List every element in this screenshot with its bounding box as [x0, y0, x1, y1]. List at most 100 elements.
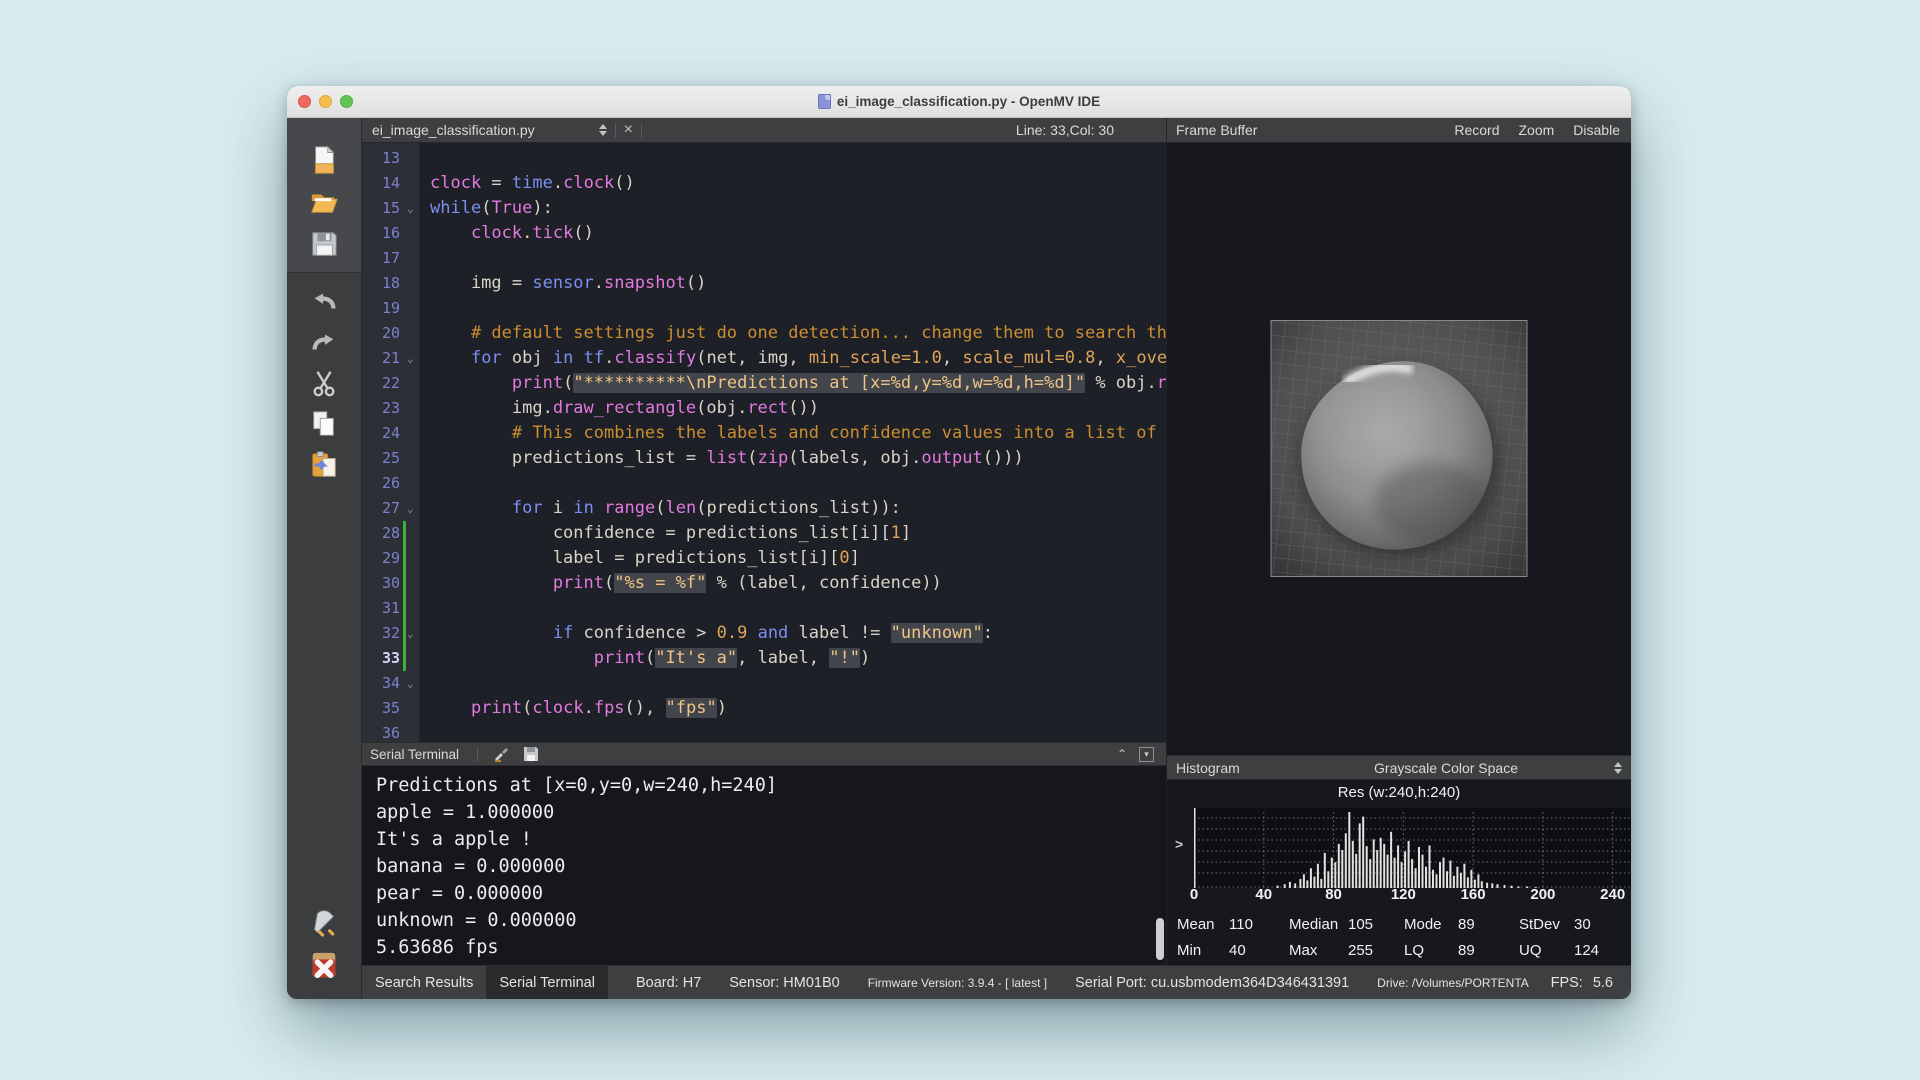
statusbar-tab-serial-terminal[interactable]: Serial Terminal [486, 966, 608, 999]
stat-label: Max [1289, 942, 1318, 959]
fold-chevron-icon[interactable]: ⌄ [407, 346, 414, 371]
close-window-button[interactable] [298, 95, 311, 108]
titlebar[interactable]: ei_image_classification.py - OpenMV IDE [287, 86, 1631, 118]
terminal-scrollbar[interactable] [1156, 918, 1164, 960]
histogram-panel: Res (w:240,h:240) > 0 40 80 120 160 200 240 Me… [1167, 780, 1631, 965]
line-number: 19 [381, 299, 400, 317]
fold-chevron-icon[interactable]: ⌄ [407, 621, 414, 646]
tab-switcher-control[interactable] [598, 124, 607, 136]
y-axis-arrow-icon: > [1175, 836, 1184, 852]
disable-button[interactable]: Disable [1573, 122, 1620, 138]
line-number: 30 [381, 574, 400, 592]
window-title: ei_image_classification.py - OpenMV IDE [836, 94, 1101, 109]
left-toolbar [287, 118, 362, 999]
line-number: 23 [381, 399, 400, 417]
code-text: for obj in tf.classify(net, img, min_sca… [470, 348, 1166, 368]
collapse-terminal-icon[interactable]: ⌃ [1117, 747, 1127, 761]
connect-button[interactable] [308, 907, 340, 939]
fold-chevron-icon[interactable]: ⌄ [407, 496, 414, 521]
code-text: while(True): [430, 198, 553, 218]
stat-value: 124 [1574, 942, 1600, 959]
code-line-30[interactable]: 30 print("%s = %f" % (label, confidence)… [362, 571, 1166, 596]
code-text: predictions_list = list(zip(labels, obj.… [430, 448, 1024, 468]
serial-terminal-title: Serial Terminal [370, 746, 460, 762]
statusbar-tab-search-results[interactable]: Search Results [362, 966, 486, 999]
colorspace-dropdown-arrows-icon [1614, 761, 1622, 774]
code-line-21[interactable]: 21 ⌄ for obj in tf.classify(net, img, min… [362, 346, 1166, 371]
cut-button[interactable] [308, 367, 340, 399]
code-text: clock = time.clock() [430, 173, 635, 193]
code-text: img.draw_rectangle(obj.rect()) [430, 398, 819, 418]
minimize-window-button[interactable] [319, 95, 332, 108]
x-axis-tick-label: 40 [1255, 886, 1273, 903]
code-line-33[interactable]: 33 print("It's a", label, "!") [362, 646, 1166, 671]
clear-terminal-icon[interactable] [491, 745, 511, 763]
colorspace-dropdown[interactable]: Grayscale Color Space [1374, 760, 1631, 776]
line-number: 24 [381, 424, 400, 442]
code-editor[interactable]: 13 14 clock = time.clock() 15 ⌄ while(True): 1… [362, 143, 1166, 742]
stat-value: 110 [1229, 916, 1253, 933]
terminal-line: Predictions at [x=0,y=0,w=240,h=240] [376, 775, 777, 796]
x-axis-tick-label: 240 [1600, 886, 1626, 903]
line-number: 25 [381, 449, 400, 467]
code-line-28[interactable]: 28 confidence = predictions_list[i][1] [362, 521, 1166, 546]
editor-tabbar: ei_image_classification.py × Line: 33,Co… [362, 118, 1166, 143]
x-axis-tick-label: 0 [1189, 886, 1199, 903]
save-terminal-log-icon[interactable] [521, 745, 541, 763]
tab-filename[interactable]: ei_image_classification.py [362, 122, 535, 138]
serial-terminal-output[interactable]: Predictions at [x=0,y=0,w=240,h=240] appl… [362, 766, 1166, 965]
redo-button[interactable] [308, 326, 340, 358]
code-line-24[interactable]: 24 # This combines the labels and confid… [362, 421, 1166, 446]
code-line-29[interactable]: 29 label = predictions_list[i][0] [362, 546, 1166, 571]
tab-close-icon[interactable]: × [624, 122, 633, 138]
frame-buffer-image [1270, 320, 1528, 577]
code-text: # This combines the labels and confidenc… [430, 423, 1166, 443]
zoom-window-button[interactable] [340, 95, 353, 108]
save-file-button[interactable] [308, 228, 340, 260]
code-line-22[interactable]: 22 print("**********\nPredictions at [x=… [362, 371, 1166, 396]
terminal-menu-icon[interactable]: ▾ [1139, 746, 1154, 762]
code-line-13[interactable]: 13 [362, 146, 1166, 171]
stat-value: 30 [1574, 916, 1591, 933]
terminal-line: banana = 0.000000 [376, 856, 566, 877]
code-line-32[interactable]: 32 ⌄ if confidence > 0.9 and label != "un… [362, 621, 1166, 646]
code-line-18[interactable]: 18 img = sensor.snapshot() [362, 271, 1166, 296]
statusbar-info: Serial Port: cu.usbmodem364D346431391 [1075, 974, 1350, 991]
line-number: 15 [381, 199, 400, 217]
code-text: clock.tick() [470, 223, 594, 243]
code-text: label = predictions_list[i][0] [430, 548, 860, 568]
line-number: 31 [381, 599, 400, 617]
stat-label: StDev [1519, 916, 1560, 933]
zoom-button[interactable]: Zoom [1519, 122, 1555, 138]
stop-script-button[interactable] [308, 949, 340, 981]
stat-label: UQ [1519, 942, 1542, 959]
code-line-26[interactable]: 26 [362, 471, 1166, 496]
copy-button[interactable] [308, 408, 340, 440]
code-line-16[interactable]: 16 clock.tick() [362, 221, 1166, 246]
code-line-35[interactable]: 35 print(clock.fps(), "fps") [362, 696, 1166, 721]
undo-button[interactable] [308, 285, 340, 317]
frame-buffer-header: Frame Buffer Record Zoom Disable [1167, 118, 1631, 143]
code-line-15[interactable]: 15 ⌄ while(True): [362, 196, 1166, 221]
line-number: 16 [381, 224, 400, 242]
fold-chevron-icon[interactable]: ⌄ [407, 196, 414, 221]
open-file-button[interactable] [308, 186, 340, 218]
code-line-31[interactable]: 31 [362, 596, 1166, 621]
code-line-36[interactable]: 36 [362, 721, 1166, 742]
new-file-button[interactable] [308, 144, 340, 176]
code-line-23[interactable]: 23 img.draw_rectangle(obj.rect()) [362, 396, 1166, 421]
code-line-19[interactable]: 19 [362, 296, 1166, 321]
record-button[interactable]: Record [1454, 122, 1499, 138]
fold-chevron-icon[interactable]: ⌄ [407, 671, 414, 696]
stat-value: 105 [1348, 916, 1374, 933]
code-line-34[interactable]: 34 ⌄ [362, 671, 1166, 696]
code-line-14[interactable]: 14 clock = time.clock() [362, 171, 1166, 196]
code-line-17[interactable]: 17 [362, 246, 1166, 271]
code-line-27[interactable]: 27 ⌄ for i in range(len(predictions_list)… [362, 496, 1166, 521]
stat-value: 89 [1458, 942, 1475, 959]
code-line-20[interactable]: 20 # default settings just do one detect… [362, 321, 1166, 346]
code-line-25[interactable]: 25 predictions_list = list(zip(labels, o… [362, 446, 1166, 471]
paste-button[interactable] [308, 449, 340, 481]
code-text: img = sensor.snapshot() [430, 273, 707, 293]
line-number: 32 [381, 624, 400, 642]
